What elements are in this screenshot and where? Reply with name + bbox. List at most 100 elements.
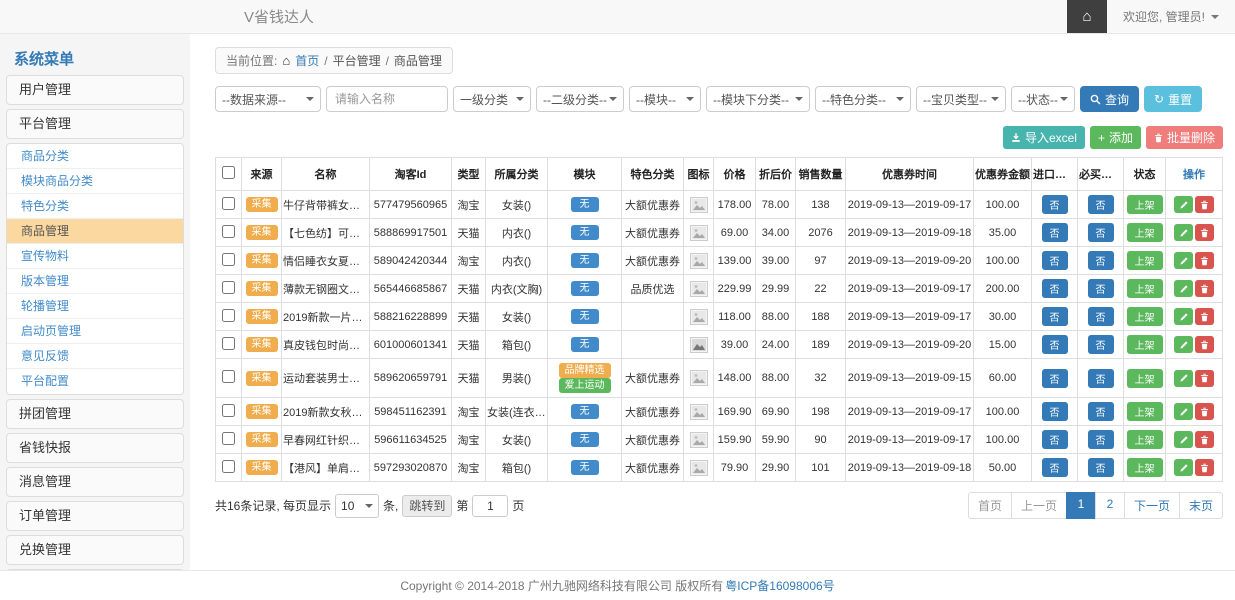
sidebar-item-order-mgmt[interactable]: 订单管理 <box>6 501 184 531</box>
mustbuy-toggle-button[interactable]: 否 <box>1088 195 1114 214</box>
sidebar-item-groupbuy-mgmt[interactable]: 拼团管理 <box>6 399 184 429</box>
page-size-select[interactable]: 10 <box>335 494 379 518</box>
imported-toggle-button[interactable]: 否 <box>1042 369 1068 388</box>
status-button[interactable]: 上架 <box>1127 195 1163 214</box>
row-checkbox[interactable] <box>222 460 235 473</box>
delete-button[interactable] <box>1195 308 1214 325</box>
edit-button[interactable] <box>1174 370 1193 387</box>
edit-button[interactable] <box>1174 196 1193 213</box>
row-checkbox[interactable] <box>222 404 235 417</box>
sidebar-item-saving-news[interactable]: 省钱快报 <box>6 433 184 463</box>
sidebar-item-promo-material[interactable]: 宣传物料 <box>7 244 183 269</box>
select-all-checkbox[interactable] <box>222 166 235 179</box>
edit-button[interactable] <box>1174 431 1193 448</box>
page-number-input[interactable] <box>472 495 508 517</box>
delete-button[interactable] <box>1195 431 1214 448</box>
edit-button[interactable] <box>1174 252 1193 269</box>
filter-category2-select[interactable]: --二级分类-- <box>536 86 624 112</box>
icp-link[interactable]: 粤ICP备16098006号 <box>725 577 834 594</box>
delete-button[interactable] <box>1195 370 1214 387</box>
imported-toggle-button[interactable]: 否 <box>1042 402 1068 421</box>
page-2-button[interactable]: 2 <box>1095 492 1125 519</box>
last-page-button[interactable]: 末页 <box>1179 492 1223 519</box>
status-button[interactable]: 上架 <box>1127 402 1163 421</box>
mustbuy-toggle-button[interactable]: 否 <box>1088 307 1114 326</box>
delete-button[interactable] <box>1195 280 1214 297</box>
status-button[interactable]: 上架 <box>1127 369 1163 388</box>
sidebar-item-product-category[interactable]: 商品分类 <box>7 144 183 169</box>
import-excel-button[interactable]: 导入excel <box>1003 126 1085 149</box>
sidebar-item-version-mgmt[interactable]: 版本管理 <box>7 269 183 294</box>
prev-page-button[interactable]: 上一页 <box>1011 492 1067 519</box>
filter-data-source-select[interactable]: --数据来源-- <box>215 86 321 112</box>
delete-button[interactable] <box>1195 196 1214 213</box>
sidebar-item-feature-category[interactable]: 特色分类 <box>7 194 183 219</box>
sidebar-item-exchange-mgmt[interactable]: 兑换管理 <box>6 535 184 565</box>
first-page-button[interactable]: 首页 <box>968 492 1012 519</box>
delete-button[interactable] <box>1195 224 1214 241</box>
row-checkbox[interactable] <box>222 197 235 210</box>
filter-feature-select[interactable]: --特色分类-- <box>815 86 911 112</box>
edit-button[interactable] <box>1174 224 1193 241</box>
row-checkbox[interactable] <box>222 309 235 322</box>
filter-module-select[interactable]: --模块-- <box>629 86 701 112</box>
status-button[interactable]: 上架 <box>1127 458 1163 477</box>
delete-button[interactable] <box>1195 252 1214 269</box>
status-button[interactable]: 上架 <box>1127 430 1163 449</box>
delete-button[interactable] <box>1195 336 1214 353</box>
next-page-button[interactable]: 下一页 <box>1124 492 1180 519</box>
sidebar-item-module-product-category[interactable]: 模块商品分类 <box>7 169 183 194</box>
imported-toggle-button[interactable]: 否 <box>1042 195 1068 214</box>
mustbuy-toggle-button[interactable]: 否 <box>1088 458 1114 477</box>
status-button[interactable]: 上架 <box>1127 335 1163 354</box>
delete-button[interactable] <box>1195 459 1214 476</box>
sidebar-item-feedback[interactable]: 意见反馈 <box>7 344 183 369</box>
sidebar-item-message-mgmt[interactable]: 消息管理 <box>6 467 184 497</box>
imported-toggle-button[interactable]: 否 <box>1042 335 1068 354</box>
reset-button[interactable]: ↻ 重置 <box>1144 86 1202 112</box>
row-checkbox[interactable] <box>222 337 235 350</box>
imported-toggle-button[interactable]: 否 <box>1042 430 1068 449</box>
batch-delete-button[interactable]: 批量删除 <box>1146 126 1223 149</box>
sidebar-item-product-mgmt[interactable]: 商品管理 <box>7 219 183 244</box>
sidebar-item-platform-config[interactable]: 平台配置 <box>7 369 183 394</box>
row-checkbox[interactable] <box>222 370 235 383</box>
imported-toggle-button[interactable]: 否 <box>1042 458 1068 477</box>
imported-toggle-button[interactable]: 否 <box>1042 223 1068 242</box>
mustbuy-toggle-button[interactable]: 否 <box>1088 223 1114 242</box>
sidebar-item-carousel-mgmt[interactable]: 轮播管理 <box>7 294 183 319</box>
sidebar-item-user-mgmt[interactable]: 用户管理 <box>6 75 184 105</box>
mustbuy-toggle-button[interactable]: 否 <box>1088 430 1114 449</box>
home-button[interactable]: ⌂ <box>1067 0 1107 33</box>
row-checkbox[interactable] <box>222 253 235 266</box>
filter-module-sub-select[interactable]: --模块下分类-- <box>706 86 810 112</box>
user-menu[interactable]: 欢迎您, 管理员! <box>1107 0 1235 33</box>
mustbuy-toggle-button[interactable]: 否 <box>1088 402 1114 421</box>
edit-button[interactable] <box>1174 280 1193 297</box>
row-checkbox[interactable] <box>222 432 235 445</box>
status-button[interactable]: 上架 <box>1127 307 1163 326</box>
edit-button[interactable] <box>1174 336 1193 353</box>
status-button[interactable]: 上架 <box>1127 251 1163 270</box>
add-button[interactable]: + 添加 <box>1090 126 1141 149</box>
sidebar-item-platform-mgmt[interactable]: 平台管理 <box>6 109 184 139</box>
mustbuy-toggle-button[interactable]: 否 <box>1088 335 1114 354</box>
filter-name-input[interactable] <box>326 86 448 112</box>
breadcrumb-home-link[interactable]: 首页 <box>295 52 319 69</box>
edit-button[interactable] <box>1174 308 1193 325</box>
status-button[interactable]: 上架 <box>1127 223 1163 242</box>
delete-button[interactable] <box>1195 403 1214 420</box>
imported-toggle-button[interactable]: 否 <box>1042 279 1068 298</box>
row-checkbox[interactable] <box>222 225 235 238</box>
row-checkbox[interactable] <box>222 281 235 294</box>
edit-button[interactable] <box>1174 403 1193 420</box>
mustbuy-toggle-button[interactable]: 否 <box>1088 251 1114 270</box>
filter-status-select[interactable]: --状态-- <box>1011 86 1075 112</box>
imported-toggle-button[interactable]: 否 <box>1042 307 1068 326</box>
imported-toggle-button[interactable]: 否 <box>1042 251 1068 270</box>
search-button[interactable]: 查询 <box>1080 86 1139 112</box>
filter-item-type-select[interactable]: --宝贝类型-- <box>916 86 1006 112</box>
edit-button[interactable] <box>1174 459 1193 476</box>
mustbuy-toggle-button[interactable]: 否 <box>1088 369 1114 388</box>
mustbuy-toggle-button[interactable]: 否 <box>1088 279 1114 298</box>
